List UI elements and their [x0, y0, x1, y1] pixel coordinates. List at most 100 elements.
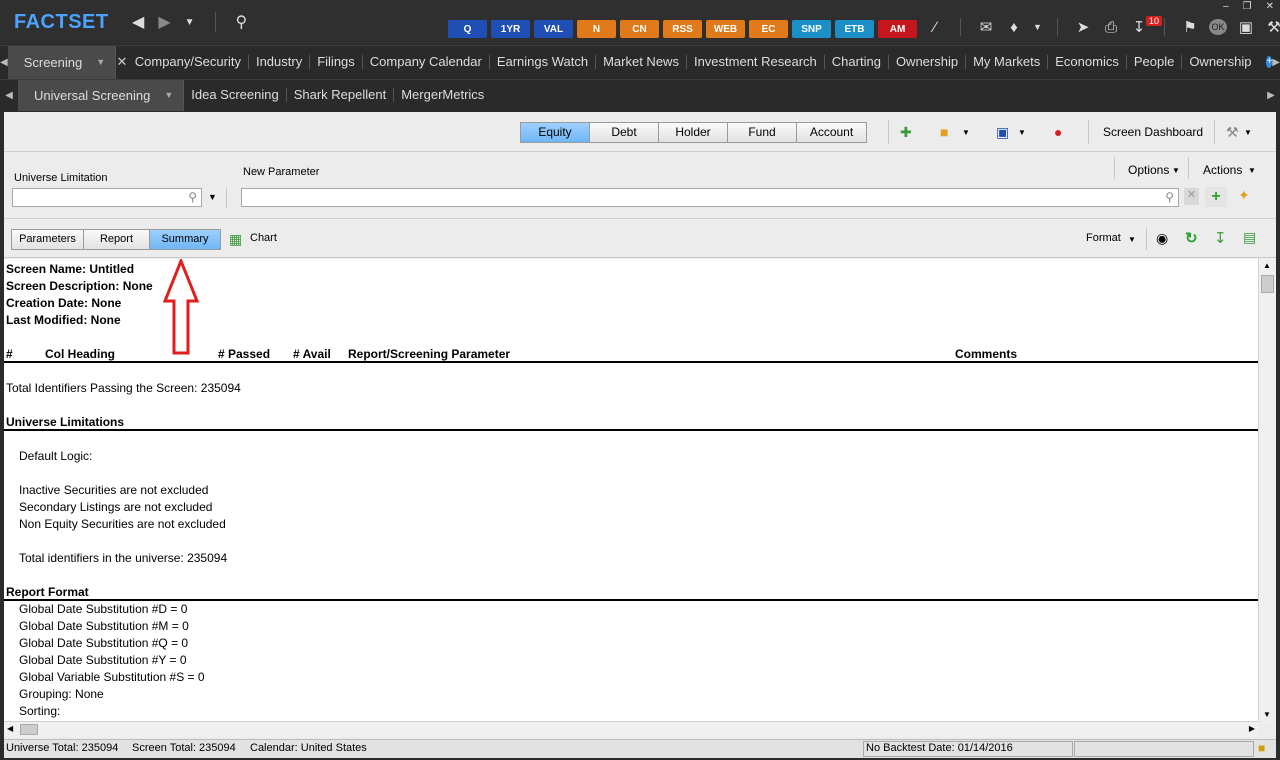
- quick-button-web[interactable]: WEB: [706, 20, 745, 38]
- format-dropdown-icon[interactable]: ▼: [1128, 235, 1136, 244]
- tab-charting[interactable]: Charting: [825, 55, 889, 69]
- download-icon[interactable]: ↧: [1214, 229, 1227, 247]
- horizontal-scrollbar[interactable]: ◀ ▶: [4, 721, 1258, 737]
- subtab-scroll-left-icon[interactable]: ◀: [0, 90, 18, 101]
- search-icon[interactable]: ⚲: [188, 190, 197, 204]
- scroll-right-icon[interactable]: ▶: [1249, 724, 1255, 733]
- add-parameter-icon[interactable]: +: [1205, 187, 1227, 207]
- quick-button-am[interactable]: AM: [878, 20, 917, 38]
- tab-scroll-left-icon[interactable]: ◀: [0, 57, 8, 68]
- save-screen-icon[interactable]: ▣: [996, 124, 1009, 141]
- settings-wrench-icon[interactable]: ⚒: [1226, 124, 1239, 141]
- universe-dropdown-icon[interactable]: ▼: [208, 192, 217, 202]
- clear-icon[interactable]: ✕: [1184, 188, 1199, 205]
- tab-industry[interactable]: Industry: [249, 55, 311, 69]
- share-icon[interactable]: ➤: [1074, 18, 1092, 36]
- calculator-icon[interactable]: ∕: [926, 19, 944, 36]
- tab-people[interactable]: People: [1127, 55, 1183, 69]
- actions-dropdown-icon[interactable]: ▼: [1248, 166, 1256, 175]
- tab-my-markets[interactable]: My Markets: [966, 55, 1049, 69]
- scroll-thumb[interactable]: [1261, 275, 1274, 293]
- chevron-down-icon[interactable]: ▼: [96, 46, 105, 79]
- pin-icon[interactable]: ●: [1054, 124, 1062, 140]
- universe-input[interactable]: ⚲: [12, 188, 202, 207]
- tab-universal-screening[interactable]: Universal Screening ▼: [18, 79, 185, 111]
- binoculars-icon[interactable]: ◉: [1156, 230, 1168, 247]
- view-tab-report[interactable]: Report: [84, 230, 150, 249]
- quick-button-snp[interactable]: SNP: [792, 20, 831, 38]
- tab-company-calendar[interactable]: Company Calendar: [363, 55, 490, 69]
- close-icon[interactable]: ✕: [1266, 1, 1274, 12]
- forward-icon[interactable]: ▶: [158, 12, 170, 32]
- view-tab-summary[interactable]: Summary: [150, 230, 220, 249]
- new-screen-icon[interactable]: ✚: [900, 124, 912, 141]
- new-parameter-input[interactable]: ⚲: [241, 188, 1179, 207]
- chart-icon[interactable]: ▦: [229, 231, 242, 248]
- tab-scroll-right-icon[interactable]: ▶: [1272, 57, 1280, 68]
- view-tab-parameters[interactable]: Parameters: [12, 230, 84, 249]
- open-folder-icon[interactable]: ■: [940, 124, 948, 140]
- tab-economics[interactable]: Economics: [1048, 55, 1127, 69]
- save-dropdown-icon[interactable]: ▼: [1018, 128, 1026, 137]
- quick-button-cn[interactable]: CN: [620, 20, 659, 38]
- magic-wand-icon[interactable]: ✦: [1238, 187, 1250, 204]
- chevron-down-icon[interactable]: ▼: [164, 80, 173, 111]
- tab-ownership[interactable]: Ownership: [1182, 55, 1258, 69]
- subtab-idea-screening[interactable]: Idea Screening: [184, 88, 287, 102]
- bell-icon[interactable]: ♦: [1005, 19, 1023, 36]
- search-icon[interactable]: ⚲: [236, 12, 248, 32]
- report-line: Global Date Substitution #Y = 0: [19, 653, 187, 667]
- settings-dropdown-icon[interactable]: ▼: [1244, 128, 1252, 137]
- back-icon[interactable]: ◀: [132, 12, 144, 32]
- segment-holder[interactable]: Holder: [659, 123, 728, 142]
- options-menu[interactable]: Options: [1128, 163, 1169, 177]
- format-menu[interactable]: Format: [1086, 232, 1121, 244]
- tab-earnings-watch[interactable]: Earnings Watch: [490, 55, 597, 69]
- subtab-shark-repellent[interactable]: Shark Repellent: [287, 88, 395, 102]
- quick-button-n[interactable]: N: [577, 20, 616, 38]
- search-icon[interactable]: ⚲: [1165, 190, 1174, 204]
- segment-debt[interactable]: Debt: [590, 123, 659, 142]
- actions-menu[interactable]: Actions: [1203, 163, 1242, 177]
- quick-button-etb[interactable]: ETB: [835, 20, 874, 38]
- options-dropdown-icon[interactable]: ▼: [1172, 166, 1180, 175]
- restore-icon[interactable]: ❐: [1243, 1, 1252, 12]
- segment-equity[interactable]: Equity: [521, 123, 590, 142]
- vertical-scrollbar[interactable]: ▲ ▼: [1258, 259, 1276, 721]
- inbox-icon[interactable]: ✉: [977, 18, 995, 36]
- quick-button-val[interactable]: VAL: [534, 20, 573, 38]
- quick-button-rss[interactable]: RSS: [663, 20, 702, 38]
- tab-ownership[interactable]: Ownership: [889, 55, 967, 69]
- scroll-down-icon[interactable]: ▼: [1263, 710, 1271, 719]
- chart-button[interactable]: Chart: [250, 232, 277, 244]
- print-icon[interactable]: ⎙: [1102, 19, 1120, 36]
- segment-account[interactable]: Account: [797, 123, 866, 142]
- ok-icon[interactable]: OK: [1209, 19, 1227, 35]
- wrench-icon[interactable]: ⚒: [1265, 18, 1280, 36]
- scroll-up-icon[interactable]: ▲: [1263, 261, 1271, 270]
- save-icon[interactable]: ▣: [1237, 18, 1255, 36]
- open-dropdown-icon[interactable]: ▼: [962, 128, 970, 137]
- quick-button-ec[interactable]: EC: [749, 20, 788, 38]
- quick-button-q[interactable]: Q: [448, 20, 487, 38]
- tab-investment-research[interactable]: Investment Research: [687, 55, 825, 69]
- flag-icon[interactable]: ⚑: [1181, 18, 1199, 36]
- subtab-scroll-right-icon[interactable]: ▶: [1262, 90, 1280, 101]
- export-icon[interactable]: ▤: [1243, 229, 1256, 246]
- refresh-icon[interactable]: ↻: [1185, 229, 1198, 247]
- tab-company-security[interactable]: Company/Security: [128, 55, 249, 69]
- tab-filings[interactable]: Filings: [310, 55, 363, 69]
- tab-market-news[interactable]: Market News: [596, 55, 687, 69]
- subtab-mergermetrics[interactable]: MergerMetrics: [394, 88, 491, 102]
- scroll-thumb[interactable]: [20, 724, 38, 735]
- scroll-left-icon[interactable]: ◀: [7, 724, 13, 733]
- report-line: Sorting:: [19, 704, 61, 718]
- history-dropdown-icon[interactable]: ▼: [185, 17, 195, 28]
- screen-dashboard-button[interactable]: Screen Dashboard: [1103, 125, 1203, 139]
- quick-button-1yr[interactable]: 1YR: [491, 20, 530, 38]
- segment-fund[interactable]: Fund: [728, 123, 797, 142]
- close-tab-icon[interactable]: ✕: [116, 54, 128, 70]
- tab-screening[interactable]: Screening ▼: [7, 45, 117, 79]
- minimize-icon[interactable]: –: [1223, 1, 1229, 12]
- bell-dropdown-icon[interactable]: ▼: [1033, 22, 1042, 32]
